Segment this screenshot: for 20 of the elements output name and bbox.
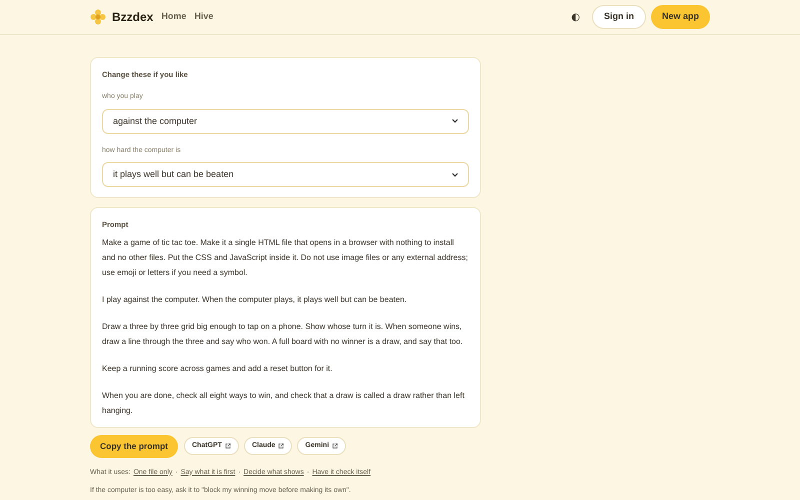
chevron-icon: [452, 172, 458, 177]
flower-logo-icon: [90, 9, 106, 25]
external-link-icon: [332, 443, 338, 449]
theme-toggle[interactable]: ◐: [571, 10, 580, 24]
copy-prompt-button[interactable]: Copy the prompt: [90, 434, 178, 458]
prompt-paragraph: Make a game of tic tac toe. Make it a single HTML file that opens in a browser with nothing to install and no other files. Put the CSS and JavaScript inside it. Do not use image files or any external address; use emoji or letters if you need a symbol.: [102, 236, 469, 279]
chevron-icon: [452, 119, 458, 124]
brand-name: Bzzdex: [112, 9, 154, 26]
prompt-paragraph: Keep a running score across games and add a reset button for it.: [102, 362, 334, 375]
external-link-icon: [278, 443, 284, 449]
dropdown-field[interactable]: it plays well but can be beaten: [102, 162, 469, 188]
prompt-paragraph: When you are done, check all eight ways to win, and check that a draw is called a draw rather than left hanging.: [102, 390, 466, 417]
dropdown-field[interactable]: against the computer: [102, 108, 469, 134]
sign-in-button[interactable]: Sign in: [592, 5, 646, 29]
prompt-paragraph: I play against the computer. When the computer plays, it plays well but can be beaten.: [102, 294, 408, 306]
nav-link[interactable]: Home: [161, 10, 186, 24]
external-link-icon: [224, 443, 231, 449]
nav-link[interactable]: Hive: [194, 10, 214, 24]
prompt-paragraph: Draw a three by three grid big enough to tap on a phone. Show whose turn it is. When someone wins, draw a line through the three and say who won. A full board with no winner is a draw, and say that too.: [102, 320, 464, 348]
new-app-button[interactable]: New app: [650, 5, 710, 29]
